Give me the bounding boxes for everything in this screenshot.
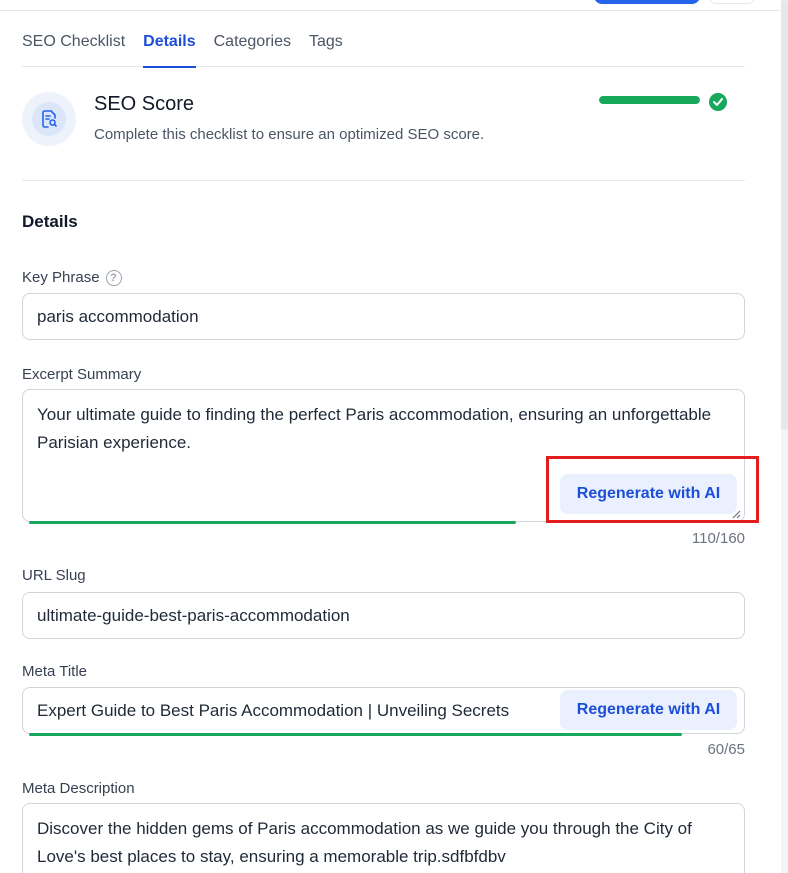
section-divider xyxy=(22,180,745,181)
tab-bar: SEO Checklist Details Categories Tags xyxy=(22,28,745,68)
meta-description-textarea[interactable]: Discover the hidden gems of Paris accomm… xyxy=(22,803,745,873)
document-search-icon xyxy=(42,110,57,128)
meta-title-regenerate-ai-button[interactable]: Regenerate with AI xyxy=(560,690,737,730)
top-primary-button[interactable] xyxy=(594,0,700,4)
meta-title-character-counter: 60/65 xyxy=(707,741,745,758)
excerpt-progress-line xyxy=(29,521,516,524)
tab-categories[interactable]: Categories xyxy=(214,28,291,67)
key-phrase-label: Key Phrase xyxy=(22,269,100,286)
seo-score-icon-badge xyxy=(22,92,76,146)
scrollbar-thumb[interactable] xyxy=(781,0,788,430)
excerpt-character-counter: 110/160 xyxy=(691,530,745,547)
check-circle-icon xyxy=(709,93,727,111)
key-phrase-input[interactable]: paris accommodation xyxy=(22,293,745,340)
scrollbar[interactable] xyxy=(781,0,788,873)
tab-details[interactable]: Details xyxy=(143,28,197,68)
key-phrase-label-row: Key Phrase ? xyxy=(22,269,122,286)
tab-seo-checklist[interactable]: SEO Checklist xyxy=(22,28,125,67)
seo-score-title: SEO Score xyxy=(94,93,195,115)
highlight-annotation-box xyxy=(546,456,759,523)
seo-score-subtitle: Complete this checklist to ensure an opt… xyxy=(94,126,485,143)
details-section-title: Details xyxy=(22,212,78,231)
excerpt-summary-label: Excerpt Summary xyxy=(22,366,142,383)
meta-description-label: Meta Description xyxy=(22,780,135,797)
url-slug-label: URL Slug xyxy=(22,567,86,584)
top-divider xyxy=(0,10,780,11)
meta-title-progress-line xyxy=(29,733,682,736)
tab-tags[interactable]: Tags xyxy=(309,28,343,67)
url-slug-input[interactable]: ultimate-guide-best-paris-accommodation xyxy=(22,592,745,639)
seo-score-progress-fill xyxy=(599,96,700,104)
question-circle-icon[interactable]: ? xyxy=(105,269,122,286)
seo-score-progress-bar xyxy=(599,96,700,104)
top-secondary-button[interactable] xyxy=(708,0,756,4)
meta-title-label: Meta Title xyxy=(22,663,88,680)
